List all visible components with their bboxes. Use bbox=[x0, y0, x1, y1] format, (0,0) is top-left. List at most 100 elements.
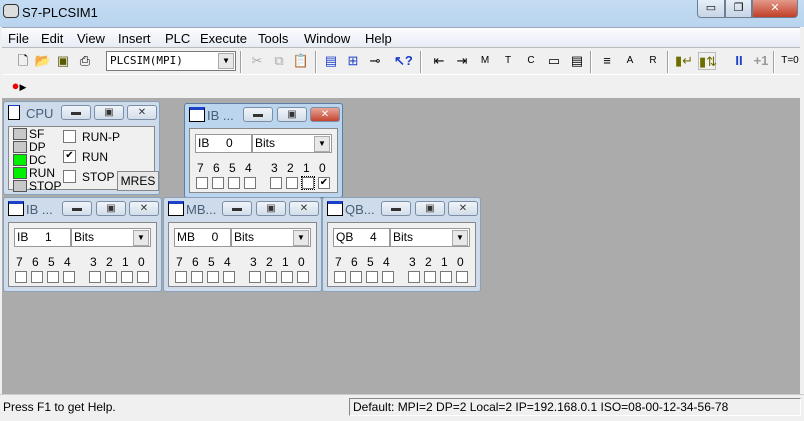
insert-bit-memory-icon[interactable]: M bbox=[476, 52, 494, 70]
bit-checkbox-2[interactable] bbox=[265, 271, 277, 283]
open-icon[interactable]: 📂 bbox=[34, 52, 52, 70]
address-input[interactable]: IB 1 bbox=[14, 228, 71, 247]
bit-checkbox-2[interactable] bbox=[424, 271, 436, 283]
insert-vertical-bits-icon[interactable]: ▤ bbox=[568, 52, 586, 70]
chevron-down-icon[interactable]: ▼ bbox=[452, 230, 468, 246]
bit-checkbox-1[interactable] bbox=[301, 176, 315, 190]
cascade-icon[interactable]: ▤ bbox=[322, 52, 340, 70]
mode-checkbox-stop[interactable] bbox=[63, 170, 76, 183]
maximize-button[interactable]: ▣ bbox=[415, 201, 445, 216]
insert-output-icon[interactable]: ⇥ bbox=[453, 52, 471, 70]
byte-window-ib1[interactable]: IB ... ▬ ▣ ✕ IB 1 Bits ▼ 7 6 5 4 3 2 1 0 bbox=[3, 197, 162, 292]
new-icon[interactable]: 🗋 bbox=[14, 52, 32, 70]
insert-timer-icon[interactable]: T bbox=[499, 52, 517, 70]
bit-checkbox-3[interactable] bbox=[408, 271, 420, 283]
bit-checkbox-4[interactable] bbox=[63, 271, 75, 283]
minimize-button[interactable]: ▬ bbox=[381, 201, 411, 216]
menu-file[interactable]: File bbox=[8, 31, 29, 46]
menu-help[interactable]: Help bbox=[365, 31, 392, 46]
menu-execute[interactable]: Execute bbox=[200, 31, 247, 46]
pin-icon[interactable]: ⊸ bbox=[366, 52, 384, 70]
mode-checkbox-run-p[interactable] bbox=[63, 130, 76, 143]
insert-stack-icon[interactable]: ≡ bbox=[598, 52, 616, 70]
insert-accumulator-icon[interactable]: A bbox=[621, 52, 639, 70]
bit-checkbox-1[interactable] bbox=[281, 271, 293, 283]
bit-checkbox-3[interactable] bbox=[270, 177, 282, 189]
bit-checkbox-2[interactable] bbox=[286, 177, 298, 189]
minimize-button[interactable]: ▬ bbox=[222, 201, 252, 216]
menu-insert[interactable]: Insert bbox=[118, 31, 151, 46]
chevron-down-icon[interactable]: ▼ bbox=[293, 230, 309, 246]
cpu-window[interactable]: CPU ▬ ▣ ✕ SF DP DC RUN STOP RUN-P ✔ RUN STOP MRES bbox=[3, 101, 160, 195]
bit-checkbox-0[interactable] bbox=[297, 271, 309, 283]
tile-icon[interactable]: ⊞ bbox=[344, 52, 362, 70]
bit-checkbox-7[interactable] bbox=[15, 271, 27, 283]
bit-checkbox-2[interactable] bbox=[105, 271, 117, 283]
copy-icon[interactable]: ⧉ bbox=[270, 52, 288, 70]
bit-checkbox-0[interactable] bbox=[456, 271, 468, 283]
single-scan-icon[interactable]: ▮↵ bbox=[675, 52, 693, 70]
step-button[interactable]: +1 bbox=[750, 52, 772, 70]
bit-checkbox-0[interactable]: ✔ bbox=[318, 177, 330, 189]
bit-checkbox-6[interactable] bbox=[191, 271, 203, 283]
close-button[interactable]: ✕ bbox=[127, 105, 157, 120]
bit-checkbox-7[interactable] bbox=[196, 177, 208, 189]
menu-edit[interactable]: Edit bbox=[41, 31, 63, 46]
close-button[interactable]: ✕ bbox=[448, 201, 478, 216]
maximize-button[interactable]: ▣ bbox=[277, 107, 307, 122]
breakpoint-icon[interactable]: ●▶ bbox=[10, 77, 28, 95]
minimize-button[interactable]: ▬ bbox=[243, 107, 273, 122]
bit-checkbox-3[interactable] bbox=[89, 271, 101, 283]
bit-checkbox-1[interactable] bbox=[121, 271, 133, 283]
bit-checkbox-0[interactable] bbox=[137, 271, 149, 283]
save-icon[interactable]: ▣ bbox=[54, 52, 72, 70]
chevron-down-icon[interactable]: ▼ bbox=[133, 230, 149, 246]
bit-checkbox-1[interactable] bbox=[440, 271, 452, 283]
close-button[interactable]: ✕ bbox=[310, 107, 340, 122]
insert-counter-icon[interactable]: C bbox=[522, 52, 540, 70]
print-icon[interactable]: ⎙ bbox=[76, 52, 94, 70]
bit-checkbox-5[interactable] bbox=[207, 271, 219, 283]
address-input[interactable]: QB 4 bbox=[333, 228, 390, 247]
menu-view[interactable]: View bbox=[77, 31, 105, 46]
insert-block-register-icon[interactable]: R bbox=[644, 52, 662, 70]
menu-plc[interactable]: PLC bbox=[165, 31, 190, 46]
byte-window-mb0[interactable]: MB... ▬ ▣ ✕ MB 0 Bits ▼ 7 6 5 4 3 2 1 0 bbox=[163, 197, 322, 292]
format-select[interactable]: Bits ▼ bbox=[71, 228, 151, 247]
byte-window-qb4[interactable]: QB... ▬ ▣ ✕ QB 4 Bits ▼ 7 6 5 4 3 2 1 0 bbox=[322, 197, 481, 292]
paste-icon[interactable]: 📋 bbox=[292, 52, 310, 70]
format-select[interactable]: Bits ▼ bbox=[252, 134, 332, 153]
pause-button[interactable]: II bbox=[730, 52, 748, 70]
bit-checkbox-6[interactable] bbox=[212, 177, 224, 189]
chevron-down-icon[interactable]: ▼ bbox=[314, 136, 330, 152]
bit-checkbox-6[interactable] bbox=[31, 271, 43, 283]
minimize-button[interactable]: ▬ bbox=[62, 201, 92, 216]
maximize-button[interactable]: ❐ bbox=[725, 0, 752, 18]
bit-checkbox-5[interactable] bbox=[366, 271, 378, 283]
bit-checkbox-4[interactable] bbox=[382, 271, 394, 283]
address-input[interactable]: IB 0 bbox=[195, 134, 252, 153]
minimize-button[interactable]: ▭ bbox=[697, 0, 725, 18]
maximize-button[interactable]: ▣ bbox=[94, 105, 124, 120]
bit-checkbox-6[interactable] bbox=[350, 271, 362, 283]
close-button[interactable]: ✕ bbox=[752, 0, 798, 18]
maximize-button[interactable]: ▣ bbox=[256, 201, 286, 216]
byte-window-ib0[interactable]: IB ... ▬ ▣ ✕ IB 0 Bits ▼ 7 6 5 4 3 2 1 0 ✔ bbox=[184, 103, 343, 198]
format-select[interactable]: Bits ▼ bbox=[231, 228, 311, 247]
menu-tools[interactable]: Tools bbox=[258, 31, 288, 46]
insert-input-icon[interactable]: ⇤ bbox=[430, 52, 448, 70]
connection-select[interactable]: PLCSIM(MPI) ▼ bbox=[106, 51, 236, 71]
mres-button[interactable]: MRES bbox=[117, 171, 159, 191]
bit-checkbox-4[interactable] bbox=[223, 271, 235, 283]
bit-checkbox-3[interactable] bbox=[249, 271, 261, 283]
mode-checkbox-run[interactable]: ✔ bbox=[63, 150, 76, 163]
bit-checkbox-7[interactable] bbox=[175, 271, 187, 283]
bit-checkbox-5[interactable] bbox=[228, 177, 240, 189]
insert-generic-icon[interactable]: ▭ bbox=[545, 52, 563, 70]
chevron-down-icon[interactable]: ▼ bbox=[218, 53, 234, 69]
bit-checkbox-5[interactable] bbox=[47, 271, 59, 283]
format-select[interactable]: Bits ▼ bbox=[390, 228, 470, 247]
timer-reset-button[interactable]: T=0 bbox=[779, 52, 801, 70]
maximize-button[interactable]: ▣ bbox=[96, 201, 126, 216]
bit-checkbox-7[interactable] bbox=[334, 271, 346, 283]
